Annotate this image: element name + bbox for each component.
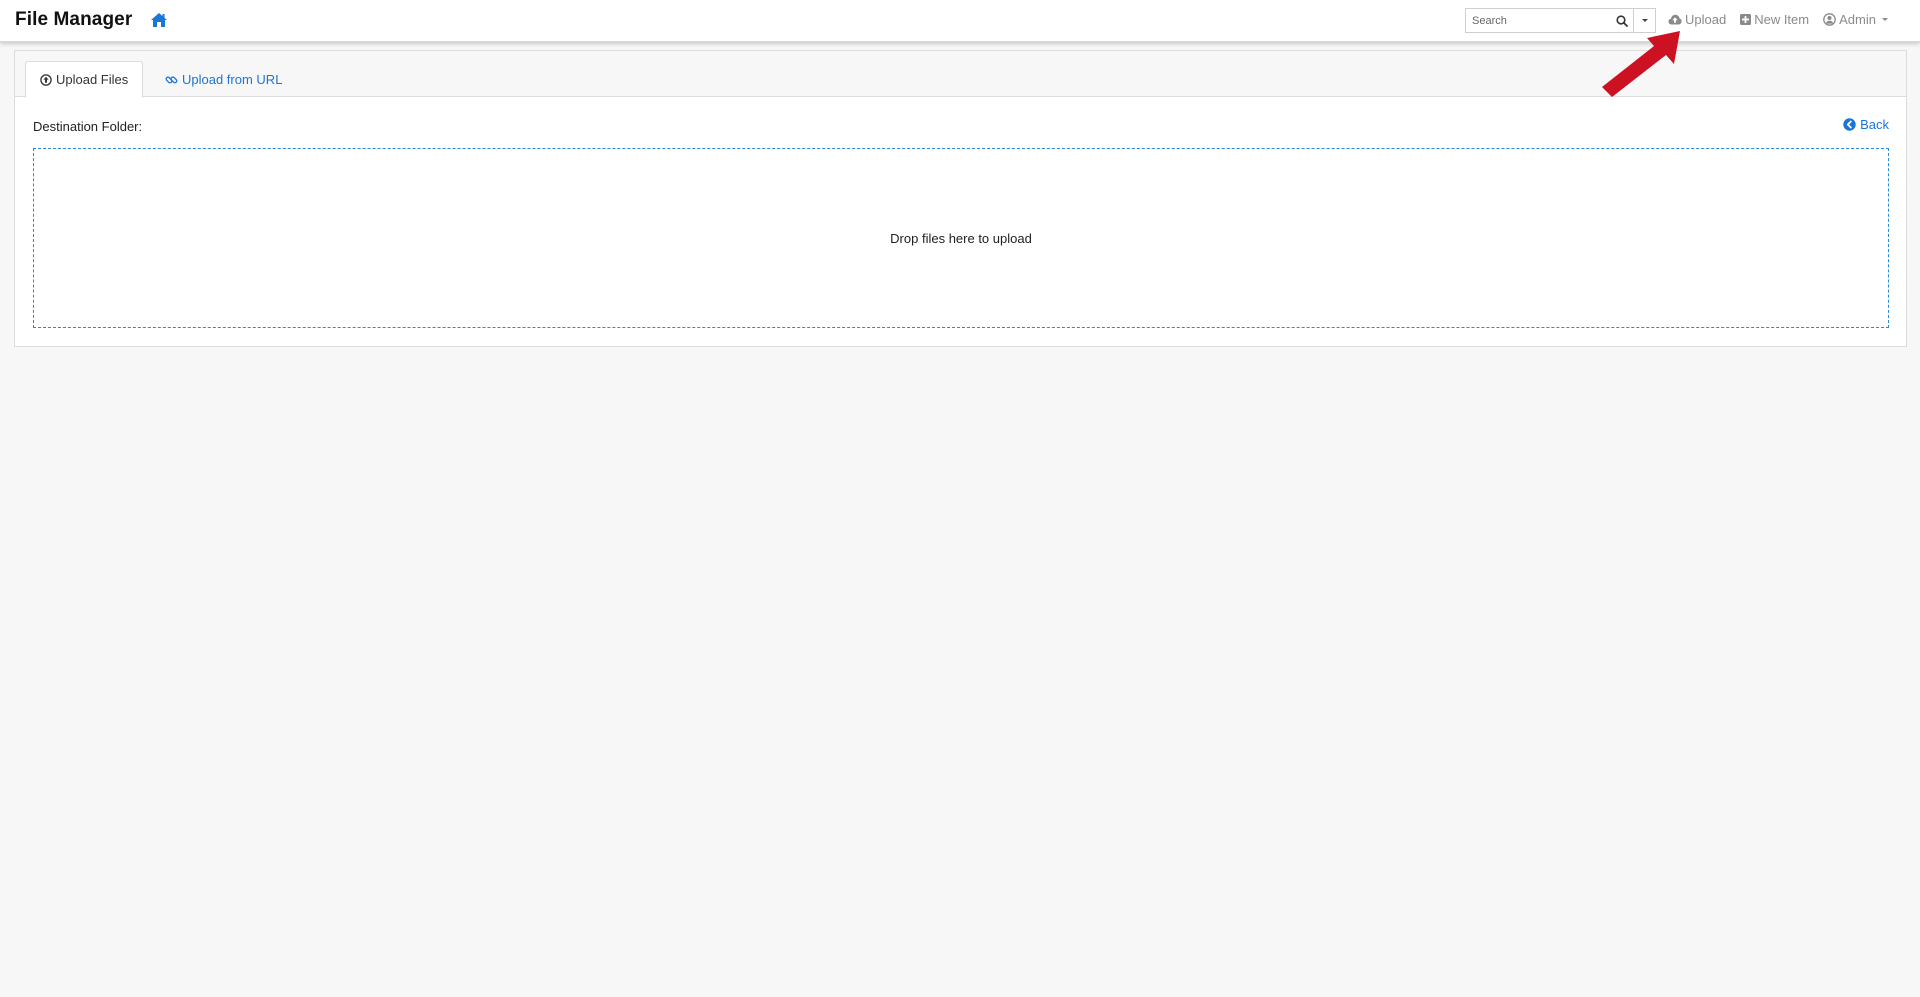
file-dropzone[interactable]: Drop files here to upload	[33, 148, 1889, 328]
user-circle-icon	[1823, 13, 1836, 26]
tab-upload-from-url-label: Upload from URL	[182, 72, 283, 87]
new-item-link[interactable]: New Item	[1740, 12, 1809, 27]
annotation-arrow-icon	[1602, 31, 1680, 97]
back-link[interactable]: Back	[1843, 117, 1889, 132]
cloud-upload-icon	[1668, 14, 1682, 25]
home-link[interactable]	[151, 13, 167, 29]
app-title[interactable]: File Manager	[15, 9, 132, 31]
new-item-link-label: New Item	[1754, 12, 1810, 27]
caret-down-icon	[1881, 18, 1888, 21]
dropzone-text: Drop files here to upload	[890, 230, 1032, 246]
tab-upload-files-label: Upload Files	[56, 72, 129, 87]
plus-square-icon	[1740, 14, 1752, 25]
search-input[interactable]	[1465, 8, 1610, 33]
home-icon	[151, 13, 167, 27]
arrow-circle-up-icon	[40, 73, 52, 86]
upload-link-label: Upload	[1685, 12, 1727, 27]
tab-upload-files[interactable]: Upload Files	[25, 61, 144, 98]
tab-upload-from-url[interactable]: Upload from URL	[151, 61, 296, 98]
user-menu-dropdown[interactable]: Admin	[1823, 12, 1888, 27]
nav-links: Upload New Item Admin	[1668, 12, 1902, 27]
destination-folder-label: Destination Folder:	[33, 119, 143, 134]
link-icon	[165, 75, 178, 84]
caret-down-icon	[1641, 19, 1648, 22]
back-link-label: Back	[1860, 117, 1889, 132]
user-menu-label: Admin	[1839, 12, 1876, 27]
chevron-circle-left-icon	[1843, 118, 1856, 131]
